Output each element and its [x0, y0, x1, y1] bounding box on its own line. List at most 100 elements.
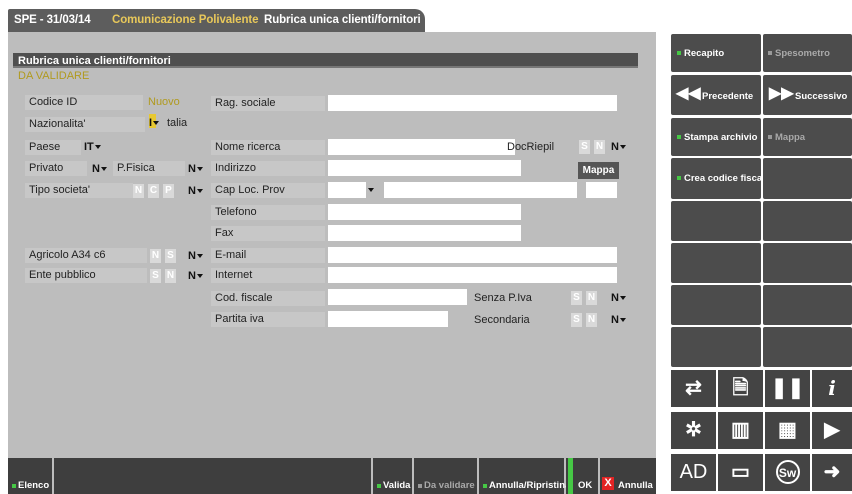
chevron-down-icon	[619, 296, 626, 301]
calculator-icon[interactable]: ▦	[765, 412, 810, 449]
localita-input[interactable]	[384, 182, 577, 198]
nazionalita-code-select[interactable]: I	[149, 116, 160, 131]
senza-piva-option-n[interactable]: N	[586, 291, 597, 305]
info-icon[interactable]: i	[812, 370, 852, 407]
crea-codice-fiscale-button[interactable]: Crea codice fiscale	[671, 158, 770, 199]
agricolo-option-s[interactable]: S	[165, 249, 176, 263]
privato-select[interactable]: N	[92, 162, 107, 177]
privato-label: Privato	[25, 161, 87, 176]
secondaria-label: Secondaria	[474, 314, 530, 326]
doc-riepil-select[interactable]: N	[611, 140, 626, 155]
email-label: E-mail	[211, 248, 325, 263]
nazionalita-label: Nazionalita'	[25, 117, 145, 132]
successivo-button[interactable]: ▶▶ Successivo	[763, 75, 852, 115]
tipo-societa-select[interactable]: N	[188, 184, 203, 199]
ente-pubblico-value: N	[188, 270, 196, 282]
sidebar-empty-slot	[671, 285, 761, 325]
tab-module-name: Rubrica unica clienti/fornitori	[264, 14, 421, 26]
cod-fiscale-input[interactable]	[328, 289, 467, 305]
chevron-down-icon	[619, 318, 626, 323]
green-indicator-icon	[12, 484, 16, 488]
play-icon[interactable]: ▶	[812, 412, 852, 449]
cap-select[interactable]	[367, 183, 374, 198]
nazionalita-code: I	[149, 117, 153, 129]
agricolo-select[interactable]: N	[188, 249, 203, 264]
fax-label: Fax	[211, 226, 325, 241]
internet-label: Internet	[211, 268, 325, 283]
mappa-button[interactable]: Mappa	[763, 118, 852, 156]
green-indicator-icon	[677, 51, 681, 55]
annulla-ripristina-button[interactable]: Annulla/Ripristina	[479, 458, 570, 494]
snowflake-icon[interactable]: ✲	[671, 412, 716, 449]
da-validare-label: Da validare	[424, 480, 475, 491]
pause-icon[interactable]: ❚❚	[765, 370, 810, 407]
stampa-archivio-label: Stampa archivio	[684, 132, 758, 143]
transfer-icon[interactable]: ⇄	[671, 370, 716, 407]
precedente-label: Precedente	[702, 91, 754, 102]
barcode-icon[interactable]: ▥	[718, 412, 763, 449]
senza-piva-option-s[interactable]: S	[571, 291, 582, 305]
card-icon[interactable]: ▭	[718, 454, 763, 491]
fax-input[interactable]	[328, 225, 521, 241]
ad-button[interactable]: AD	[671, 454, 716, 491]
tipo-societa-option-c[interactable]: C	[148, 184, 159, 198]
cap-input[interactable]	[328, 182, 366, 198]
partita-iva-input[interactable]	[328, 311, 448, 327]
secondaria-value: N	[611, 314, 619, 326]
sw-icon[interactable]: Sw	[765, 454, 810, 491]
paese-value: IT	[84, 141, 94, 153]
green-indicator-icon	[377, 484, 381, 488]
rag-sociale-input[interactable]	[328, 95, 617, 111]
recapito-button[interactable]: Recapito	[671, 34, 761, 72]
doc-riepil-label: DocRiepil	[507, 141, 555, 153]
next-icon: ▶▶	[769, 85, 794, 102]
doc-riepil-option-n[interactable]: N	[594, 140, 605, 154]
email-input[interactable]	[328, 247, 617, 263]
precedente-button[interactable]: ◀◀ Precedente	[671, 75, 761, 115]
nome-ricerca-input[interactable]	[328, 139, 515, 155]
bottom-spacer	[54, 458, 371, 494]
ente-pubblico-option-s[interactable]: S	[150, 269, 161, 283]
tipo-societa-option-p[interactable]: P	[163, 184, 174, 198]
grey-indicator-icon	[768, 51, 772, 55]
internet-input[interactable]	[328, 267, 617, 283]
sidebar-empty-slot	[763, 201, 852, 241]
valida-button[interactable]: Valida	[373, 458, 412, 494]
doc-riepil-option-s[interactable]: S	[579, 140, 590, 154]
spesometro-button[interactable]: Spesometro	[763, 34, 852, 72]
mappa-label: Mappa	[775, 132, 806, 143]
telefono-input[interactable]	[328, 204, 521, 220]
indirizzo-input[interactable]	[328, 160, 521, 176]
provincia-input[interactable]	[586, 182, 617, 198]
da-validare-button[interactable]: Da validare	[414, 458, 477, 494]
secondaria-option-s[interactable]: S	[571, 313, 582, 327]
codice-id-value: Nuovo	[148, 96, 180, 108]
ok-button[interactable]: OK	[566, 458, 598, 494]
annulla-button[interactable]: X Annulla	[600, 458, 656, 494]
paese-select[interactable]: IT	[84, 140, 101, 155]
chevron-down-icon	[94, 145, 101, 150]
successivo-label: Successivo	[795, 91, 848, 102]
cod-fiscale-label: Cod. fiscale	[211, 291, 325, 306]
module-tab[interactable]: SPE - 31/03/14 Comunicazione Polivalente…	[8, 9, 425, 32]
stampa-archivio-button[interactable]: Stampa archivio	[671, 118, 761, 156]
secondaria-select[interactable]: N	[611, 313, 626, 328]
agricolo-label: Agricolo A34 c6	[25, 248, 147, 263]
ente-pubblico-select[interactable]: N	[188, 269, 203, 284]
chevron-down-icon	[153, 121, 160, 126]
elenco-button[interactable]: Elenco	[8, 458, 52, 494]
panel-header: Rubrica unica clienti/fornitori	[13, 53, 638, 68]
secondaria-option-n[interactable]: N	[586, 313, 597, 327]
agricolo-option-n[interactable]: N	[150, 249, 161, 263]
chevron-down-icon	[619, 145, 626, 150]
ente-pubblico-option-n[interactable]: N	[165, 269, 176, 283]
senza-piva-select[interactable]: N	[611, 291, 626, 306]
pfisica-select[interactable]: N	[188, 162, 203, 177]
sidebar-empty-slot	[763, 243, 852, 283]
document-search-icon[interactable]: 🗎	[718, 370, 763, 407]
paese-label: Paese	[25, 140, 81, 155]
sidebar-empty-slot	[671, 327, 761, 367]
arrow-right-icon[interactable]: ➜	[812, 454, 852, 491]
tipo-societa-option-n[interactable]: N	[133, 184, 144, 198]
grey-indicator-icon	[418, 484, 422, 488]
